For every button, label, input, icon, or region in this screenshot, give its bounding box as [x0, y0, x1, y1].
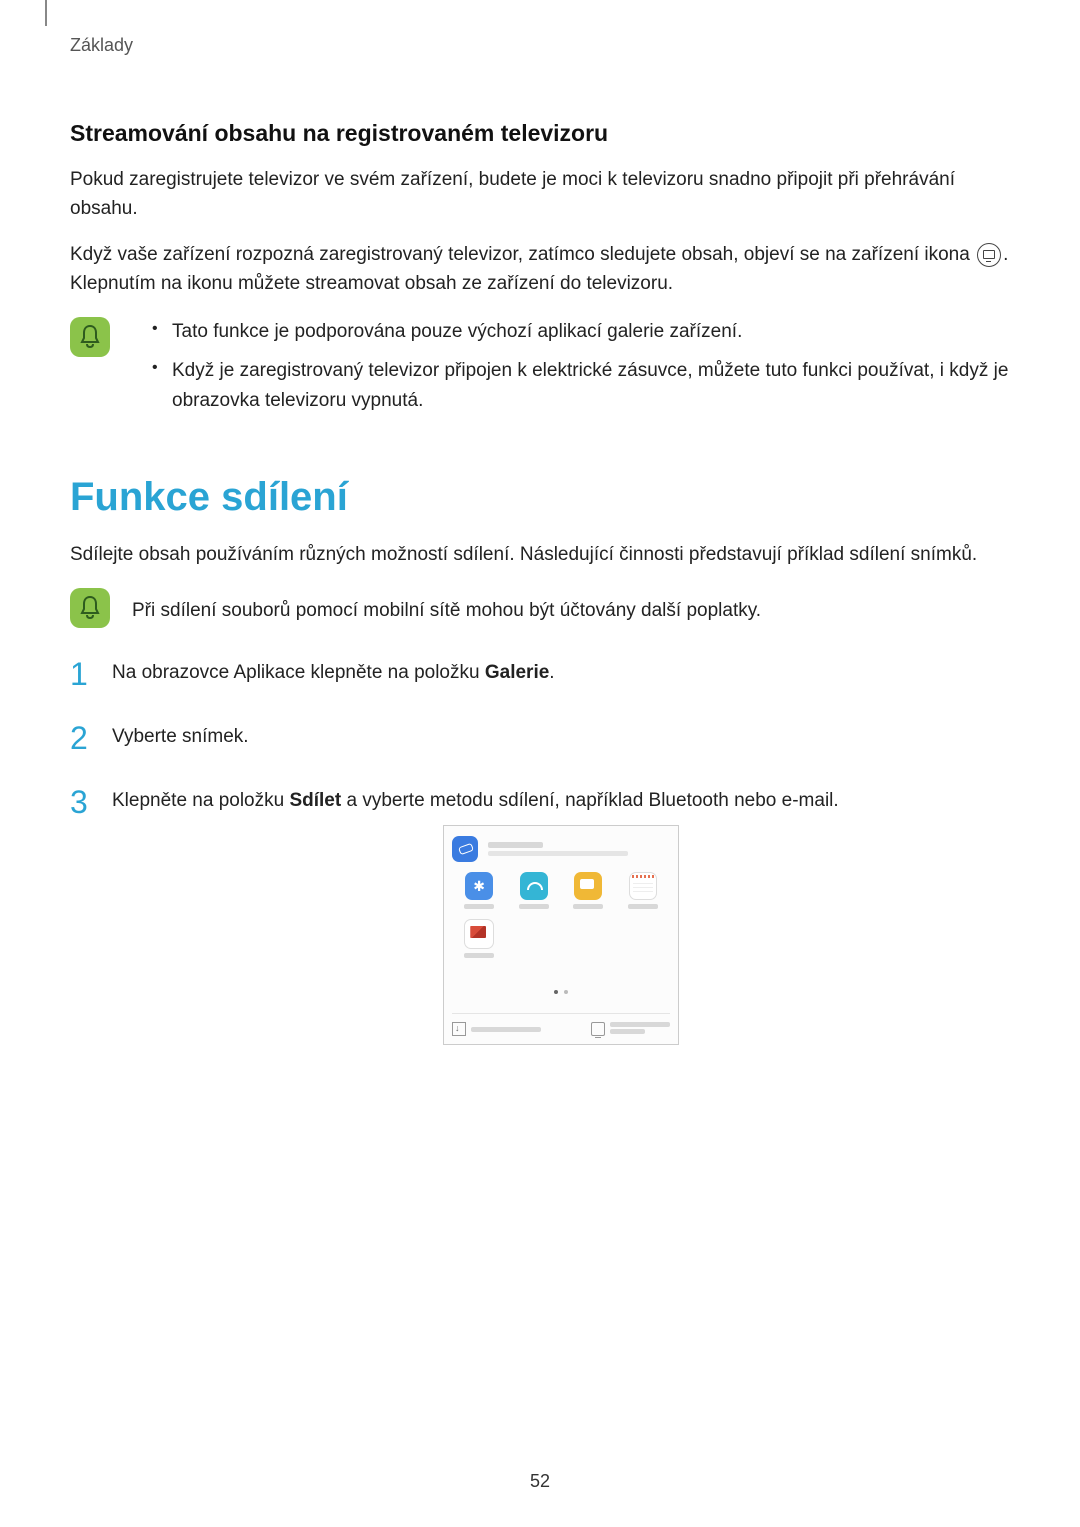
paragraph: Sdílejte obsah používáním různých možnos…	[70, 540, 1010, 569]
share-option-bluetooth	[452, 872, 507, 909]
download-to-device-icon	[452, 1022, 466, 1036]
wifi-direct-icon	[520, 872, 548, 900]
blurred-label	[610, 1022, 670, 1036]
text-fragment: Klepněte na položku	[112, 790, 289, 811]
share-option-messages	[561, 872, 616, 909]
step-item: Klepněte na položku Sdílet a vyberte met…	[70, 786, 1010, 1046]
footer-option-smart-view	[591, 1022, 670, 1036]
text-fragment: Když vaše zařízení rozpozná zaregistrova…	[70, 244, 975, 265]
note-content: Tato funkce je podporována pouze výchozí…	[132, 317, 1010, 425]
share-option-wifi-direct	[507, 872, 562, 909]
popup-header	[452, 836, 670, 862]
step-item: Vyberte snímek.	[70, 722, 1010, 756]
breadcrumb: Základy	[70, 35, 1010, 56]
text-fragment: .	[549, 662, 554, 683]
blurred-text	[488, 842, 628, 856]
email-icon	[464, 919, 494, 949]
crop-mark	[45, 0, 47, 26]
main-heading-sharing: Funkce sdílení	[70, 475, 1010, 520]
memo-icon	[629, 872, 657, 900]
steps-list: Na obrazovce Aplikace klepněte na položk…	[70, 658, 1010, 1046]
tv-icon	[591, 1022, 605, 1036]
subheading-streaming: Streamování obsahu na registrovaném tele…	[70, 120, 1010, 147]
text-fragment: a vyberte metodu sdílení, například Blue…	[341, 790, 838, 811]
step-item: Na obrazovce Aplikace klepněte na položk…	[70, 658, 1010, 692]
note-block: Při sdílení souborů pomocí mobilní sítě …	[70, 588, 1010, 628]
manual-page: Základy Streamování obsahu na registrova…	[0, 0, 1080, 1527]
note-item: Tato funkce je podporována pouze výchozí…	[152, 317, 1010, 346]
note-item: Když je zaregistrovaný televizor připoje…	[152, 356, 1010, 415]
bell-icon	[70, 317, 110, 357]
blurred-label	[471, 1027, 541, 1032]
share-option-email	[452, 919, 507, 958]
share-option-memo	[616, 872, 671, 909]
paragraph: Když vaše zařízení rozpozná zaregistrova…	[70, 240, 1010, 299]
footer-option-transfer	[452, 1022, 541, 1036]
share-popup-screenshot	[443, 825, 679, 1045]
pager-dots	[452, 974, 670, 1003]
popup-footer	[452, 1013, 670, 1036]
paragraph: Pokud zaregistrujete televizor ve svém z…	[70, 165, 1010, 224]
text-bold: Sdílet	[289, 790, 341, 811]
note-content: Při sdílení souborů pomocí mobilní sítě …	[132, 588, 1010, 625]
text-fragment: Na obrazovce Aplikace klepněte na položk…	[112, 662, 485, 683]
blurred-label	[628, 904, 658, 909]
blurred-label	[573, 904, 603, 909]
page-number: 52	[0, 1471, 1080, 1492]
text-bold: Galerie	[485, 662, 549, 683]
link-sharing-icon	[452, 836, 478, 862]
blurred-label	[464, 953, 494, 958]
bell-icon	[70, 588, 110, 628]
cast-icon	[977, 243, 1001, 267]
messages-icon	[574, 872, 602, 900]
blurred-label	[464, 904, 494, 909]
share-app-grid	[452, 872, 670, 968]
note-block: Tato funkce je podporována pouze výchozí…	[70, 317, 1010, 425]
blurred-label	[519, 904, 549, 909]
bluetooth-icon	[465, 872, 493, 900]
